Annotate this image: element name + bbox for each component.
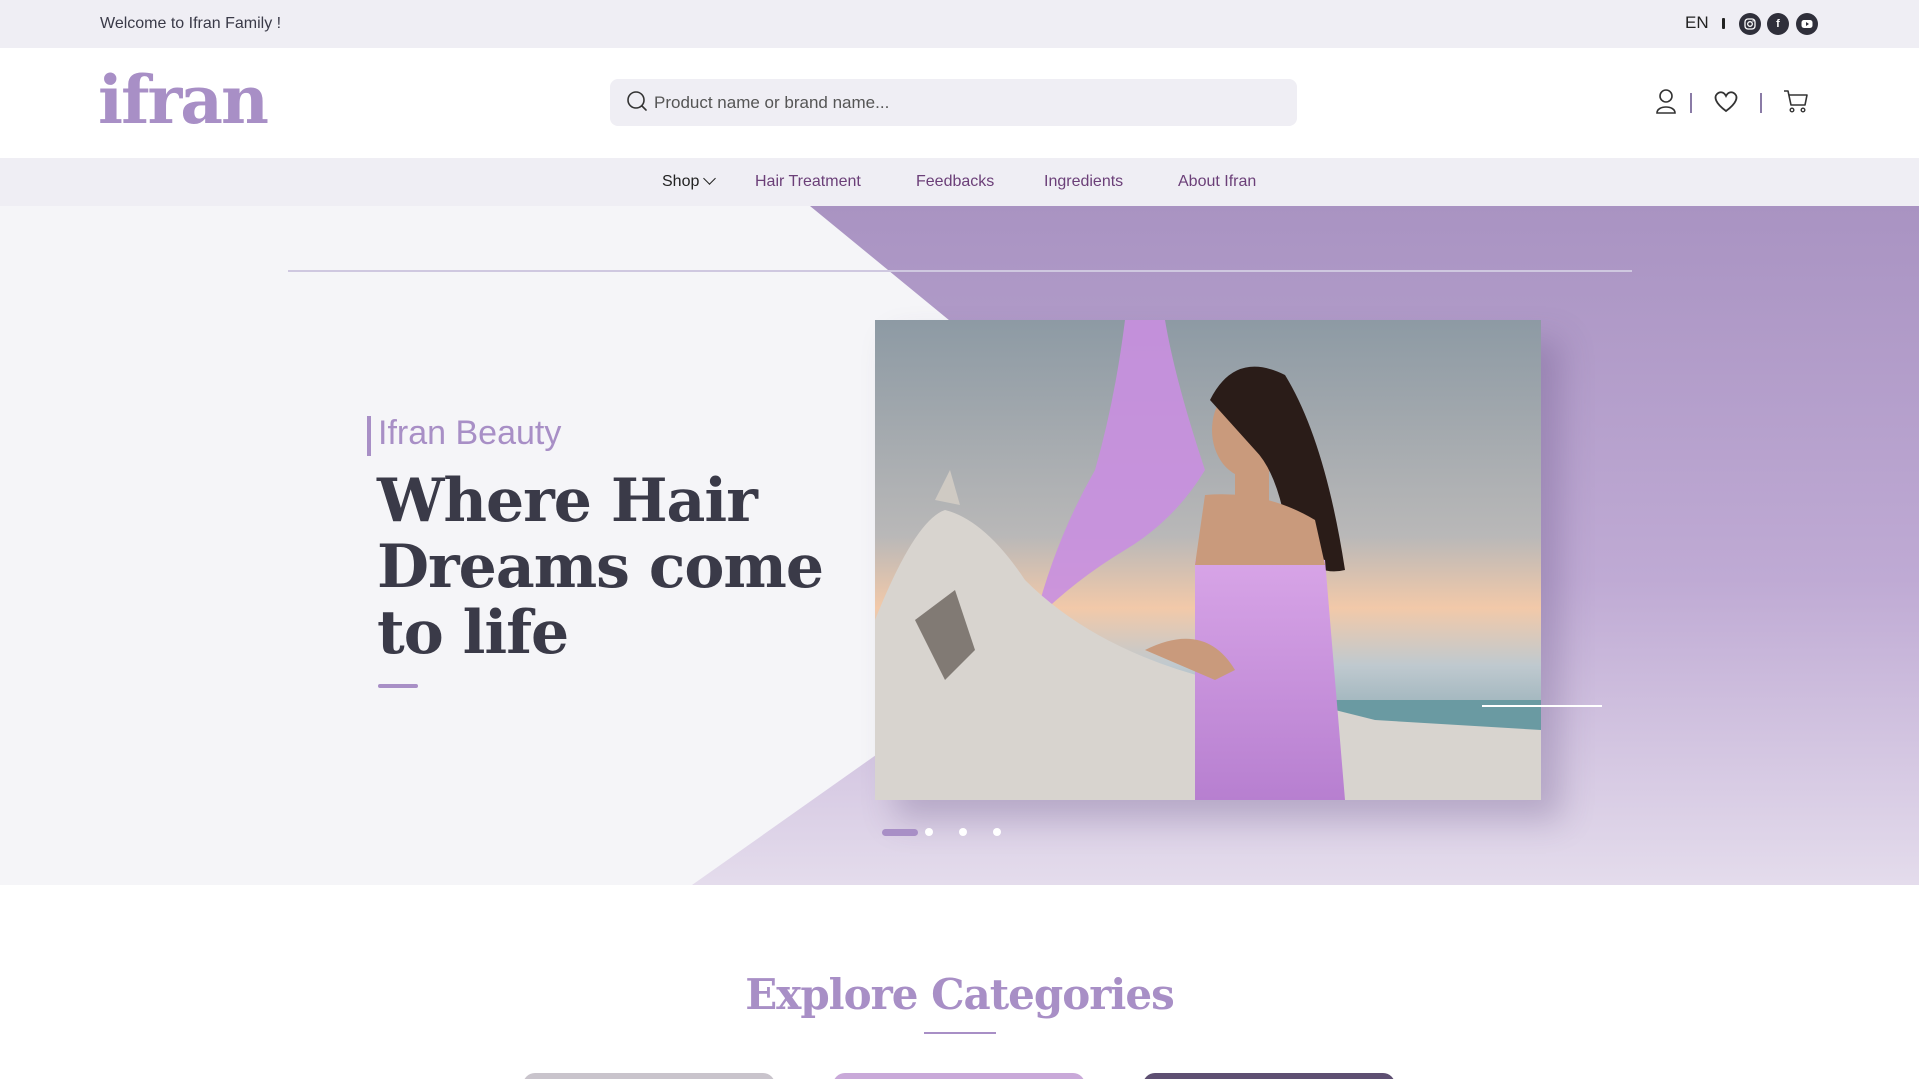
hero-divider-line <box>288 270 1632 272</box>
nav-item-about[interactable]: About Ifran <box>1178 173 1256 191</box>
categories-underline <box>924 1032 996 1034</box>
slide-dot-3[interactable] <box>959 828 967 836</box>
header-divider <box>1690 93 1692 113</box>
categories-title: Explore Categories <box>745 970 1174 1019</box>
language-selector[interactable]: EN <box>1685 13 1709 33</box>
slide-dot-1[interactable] <box>882 829 918 836</box>
eyebrow-accent <box>367 416 371 456</box>
site-header: ifran <box>0 48 1919 158</box>
top-bar: Welcome to Ifran Family ! EN f <box>0 0 1919 48</box>
cart-icon[interactable] <box>1781 86 1811 116</box>
chevron-down-icon <box>703 172 717 185</box>
category-card[interactable] <box>833 1073 1085 1079</box>
welcome-text: Welcome to Ifran Family ! <box>100 15 282 32</box>
youtube-icon[interactable] <box>1796 13 1818 35</box>
hero-headline: Where Hair Dreams come to life <box>377 466 824 668</box>
search-input[interactable] <box>654 79 1274 126</box>
search-icon[interactable] <box>626 90 648 112</box>
language-divider <box>1722 18 1725 29</box>
slide-dot-4[interactable] <box>993 828 1001 836</box>
user-icon[interactable] <box>1651 86 1681 116</box>
category-card[interactable] <box>1143 1073 1395 1079</box>
hero-image <box>875 320 1541 800</box>
main-nav: Shop Hair Treatment Feedbacks Ingredient… <box>0 158 1919 206</box>
hero-slider: Ifran Beauty Where Hair Dreams come to l… <box>0 206 1919 885</box>
nav-item-shop[interactable]: Shop <box>662 172 717 191</box>
hero-eyebrow: Ifran Beauty <box>378 414 562 452</box>
header-divider <box>1760 93 1762 113</box>
category-card[interactable] <box>523 1073 775 1079</box>
headline-underline <box>378 684 418 688</box>
slide-dot-2[interactable] <box>925 828 933 836</box>
nav-item-label: Shop <box>662 173 700 190</box>
nav-item-feedbacks[interactable]: Feedbacks <box>916 173 994 191</box>
nav-item-ingredients[interactable]: Ingredients <box>1044 173 1123 191</box>
site-logo[interactable]: ifran <box>98 62 269 138</box>
slide-accent-line <box>1482 705 1602 707</box>
nav-item-hair-treatment[interactable]: Hair Treatment <box>755 173 861 191</box>
instagram-icon[interactable] <box>1739 13 1761 35</box>
heart-icon[interactable] <box>1711 86 1741 116</box>
search-bar <box>610 79 1297 126</box>
facebook-icon[interactable]: f <box>1767 13 1789 35</box>
